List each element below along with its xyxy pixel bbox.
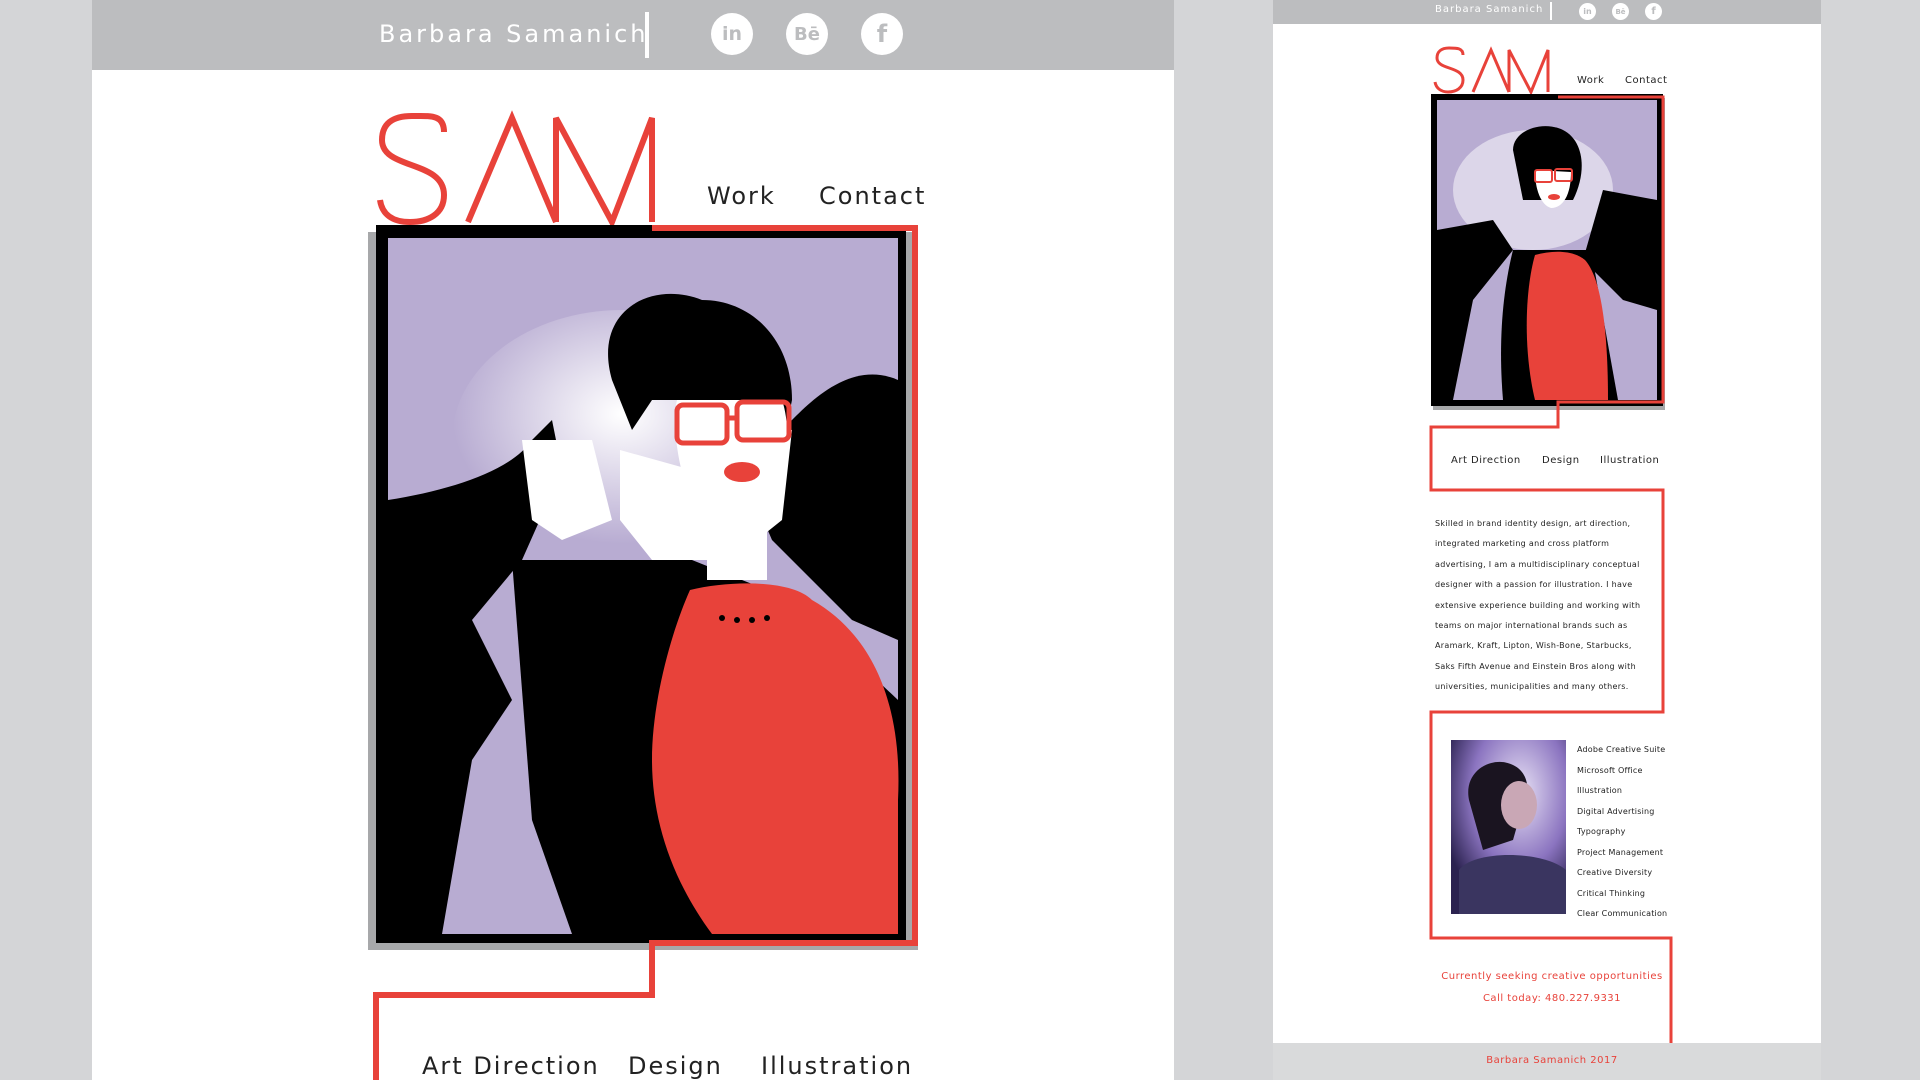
bio-line: Saks Fifth Avenue and Einstein Bros alon… (1435, 661, 1636, 671)
skill-item: Project Management (1577, 847, 1664, 857)
skill-item: Microsoft Office (1577, 765, 1643, 775)
bio-line: integrated marketing and cross platform (1435, 539, 1610, 549)
skill-item: Illustration (1577, 786, 1623, 795)
footer-bar: Barbara Samanich 2017 (1273, 1043, 1821, 1080)
nav-contact[interactable]: Contact (819, 182, 926, 210)
mobile-mockup: Barbara Samanich in Bē f Work Contact Ar… (1273, 0, 1821, 1080)
bio-line: designer with a passion for illustration… (1435, 580, 1633, 590)
bio-line: advertising, I am a multidisciplinary co… (1435, 559, 1640, 569)
bio-line: universities, municipalities and many ot… (1435, 682, 1629, 692)
phone-link[interactable]: Call today: 480.227.9331 (1273, 993, 1821, 1004)
skill-item: Adobe Creative Suite (1577, 745, 1666, 754)
bio-line: extensive experience building and workin… (1435, 600, 1641, 610)
skill-item: Digital Advertising (1577, 806, 1655, 816)
service-design[interactable]: Design (628, 1052, 723, 1080)
skill-item: Clear Communication (1577, 909, 1668, 918)
service-design[interactable]: Design (1542, 455, 1580, 466)
sam-logo[interactable] (377, 110, 655, 230)
bio-text: Skilled in brand identity design, art di… (1435, 514, 1645, 698)
bio-line: teams on major international brands such… (1435, 621, 1628, 631)
hero-graphic (368, 110, 918, 1080)
skill-item: Creative Diversity (1577, 868, 1653, 877)
bio-line: Skilled in brand identity design, art di… (1435, 519, 1631, 528)
desktop-mockup: Barbara Samanich in Bē f Work Contact Ar… (92, 0, 1174, 1080)
footer-text: Barbara Samanich 2017 (1486, 1055, 1618, 1066)
service-illustration[interactable]: Illustration (1600, 455, 1659, 466)
sam-logo[interactable] (1433, 46, 1550, 96)
nav-work[interactable]: Work (707, 182, 776, 210)
skill-item: Typography (1577, 827, 1626, 836)
service-art-direction[interactable]: Art Direction (1451, 455, 1521, 466)
skill-item: Critical Thinking (1577, 888, 1646, 898)
skills-list: Adobe Creative Suite Microsoft Office Il… (1577, 740, 1667, 925)
nav-contact[interactable]: Contact (1625, 75, 1667, 86)
bio-line: Aramark, Kraft, Lipton, Wish-Bone, Starb… (1435, 641, 1632, 651)
service-art-direction[interactable]: Art Direction (422, 1052, 600, 1080)
nav-work[interactable]: Work (1577, 75, 1604, 86)
seeking-text: Currently seeking creative opportunities (1441, 971, 1663, 982)
service-illustration[interactable]: Illustration (761, 1052, 913, 1080)
